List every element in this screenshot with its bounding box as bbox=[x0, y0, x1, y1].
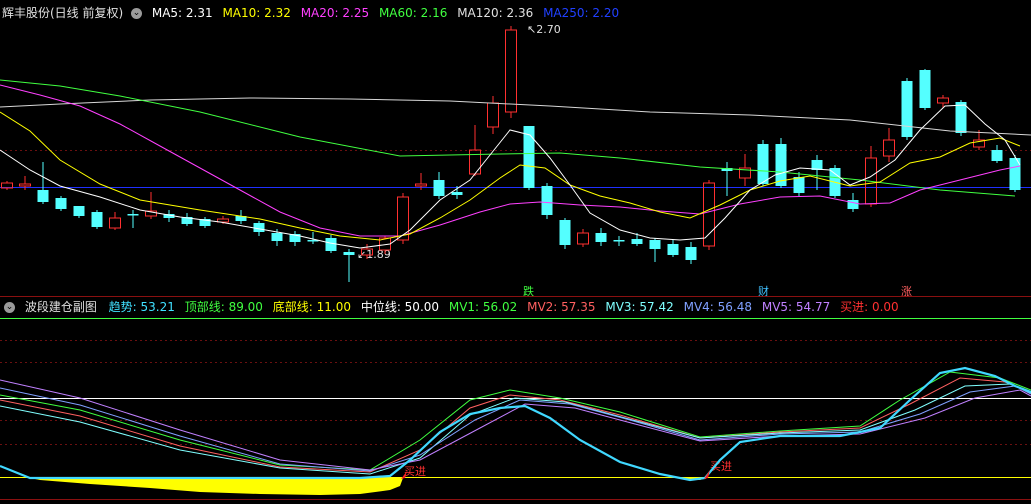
candle-down bbox=[955, 102, 967, 133]
candle-up bbox=[397, 196, 409, 241]
candle-up bbox=[217, 218, 229, 223]
mv2-line bbox=[0, 377, 1031, 473]
signal-label-2: 财 bbox=[758, 285, 769, 298]
candle-down bbox=[829, 168, 841, 196]
ma20-line bbox=[0, 84, 1021, 237]
candle-down bbox=[1009, 158, 1021, 190]
candle-down bbox=[343, 252, 355, 255]
mv5-value: MV5: 54.77 bbox=[761, 300, 831, 314]
bottom-line-value: 底部线: 11.00 bbox=[272, 300, 351, 314]
ma60-value: MA60: 2.16 bbox=[378, 6, 448, 20]
candle-up bbox=[487, 102, 499, 128]
candle-down bbox=[181, 217, 193, 224]
main-chart-header: 辉丰股份(日线 前复权) ⌄ MA5: 2.31 MA10: 2.32 MA20… bbox=[2, 3, 625, 23]
candle-up bbox=[937, 97, 949, 104]
candle-down bbox=[199, 219, 211, 226]
candle-up bbox=[109, 217, 121, 229]
candle-up bbox=[469, 149, 481, 175]
candle-down bbox=[307, 240, 319, 242]
chart-canvas bbox=[0, 26, 1031, 500]
candle-down bbox=[523, 126, 535, 188]
mv3-line bbox=[0, 383, 1031, 475]
buy-label-2: 买进 bbox=[710, 460, 732, 473]
candle-down bbox=[793, 177, 805, 193]
candle-down bbox=[757, 144, 769, 184]
sub-title[interactable]: 波段建仓副图 bbox=[25, 300, 97, 314]
stock-title[interactable]: 辉丰股份(日线 前复权) bbox=[2, 6, 123, 20]
candle-up bbox=[505, 29, 517, 113]
candle-down bbox=[613, 240, 625, 242]
candle-down bbox=[811, 160, 823, 170]
candle-down bbox=[649, 240, 661, 249]
candle-down bbox=[433, 180, 445, 196]
trend-line bbox=[0, 366, 1031, 482]
ma60-line bbox=[0, 79, 1016, 197]
chevron-down-icon[interactable]: ⌄ bbox=[131, 8, 143, 19]
trend-value: 趋势: 53.21 bbox=[108, 300, 175, 314]
candle-down bbox=[37, 190, 49, 202]
bottom-fill-area bbox=[680, 478, 706, 480]
candle-down bbox=[991, 150, 1003, 161]
candle-down bbox=[595, 233, 607, 242]
candle-up bbox=[577, 232, 589, 245]
candle-down bbox=[541, 186, 553, 215]
candle-down bbox=[253, 223, 265, 232]
buy-value: 买进: 0.00 bbox=[840, 300, 899, 314]
candle-down bbox=[91, 212, 103, 227]
candle-up bbox=[1, 182, 13, 189]
signal-label-1: 跌 bbox=[523, 285, 534, 298]
candle-down bbox=[667, 244, 679, 255]
chevron-down-icon[interactable]: ⌄ bbox=[4, 302, 15, 313]
candle-down bbox=[919, 70, 931, 108]
candle-down bbox=[235, 216, 247, 221]
candle-down bbox=[55, 198, 67, 209]
candle-down bbox=[451, 192, 463, 195]
mv4-value: MV4: 56.48 bbox=[683, 300, 753, 314]
mv5-line bbox=[0, 379, 1031, 471]
candle-down bbox=[901, 81, 913, 137]
mid-line-value: 中位线: 50.00 bbox=[360, 300, 440, 314]
candle-up bbox=[739, 167, 751, 179]
candle-down bbox=[163, 214, 175, 218]
candle-down bbox=[559, 220, 571, 245]
signal-label-3: 涨 bbox=[901, 285, 912, 298]
candle-down bbox=[73, 206, 85, 216]
candle-up bbox=[973, 139, 985, 148]
ma10-line bbox=[0, 111, 1021, 241]
buy-label-1: 买进 bbox=[404, 465, 426, 478]
ma120-line bbox=[0, 97, 1031, 136]
candle-up bbox=[883, 139, 895, 157]
candle-down bbox=[325, 238, 337, 251]
ma120-value: MA120: 2.36 bbox=[457, 6, 534, 20]
candle-up bbox=[865, 157, 877, 205]
bottom-fill-area bbox=[30, 478, 403, 495]
ma250-value: MA250: 2.20 bbox=[543, 6, 620, 20]
ma20-value: MA20: 2.25 bbox=[300, 6, 370, 20]
mv1-value: MV1: 56.02 bbox=[448, 300, 518, 314]
candle-up bbox=[145, 210, 157, 217]
candle-down bbox=[721, 168, 733, 171]
ma10-value: MA10: 2.32 bbox=[222, 6, 291, 20]
low-price-label: ↙1.89 bbox=[357, 248, 391, 261]
mv1-line bbox=[0, 371, 1031, 471]
candle-down bbox=[847, 200, 859, 209]
candle-up bbox=[703, 182, 715, 247]
mv2-value: MV2: 57.35 bbox=[527, 300, 596, 314]
candle-down bbox=[631, 239, 643, 244]
sub-chart-header: ⌄ 波段建仓副图 趋势: 53.21 顶部线: 89.00 底部线: 11.00… bbox=[2, 297, 905, 317]
candle-down bbox=[775, 144, 787, 186]
candle-down bbox=[127, 214, 139, 216]
candle-up bbox=[415, 183, 427, 187]
candle-down bbox=[685, 247, 697, 260]
candle-up bbox=[19, 183, 31, 187]
ma5-value: MA5: 2.31 bbox=[151, 6, 213, 20]
candle-down bbox=[289, 234, 301, 242]
mv3-value: MV3: 57.42 bbox=[605, 300, 674, 314]
top-line-value: 顶部线: 89.00 bbox=[184, 300, 263, 314]
high-price-label: ↖2.70 bbox=[527, 23, 561, 36]
mv4-line bbox=[0, 385, 1031, 472]
candle-down bbox=[271, 233, 283, 241]
ma5-line bbox=[0, 104, 1021, 249]
